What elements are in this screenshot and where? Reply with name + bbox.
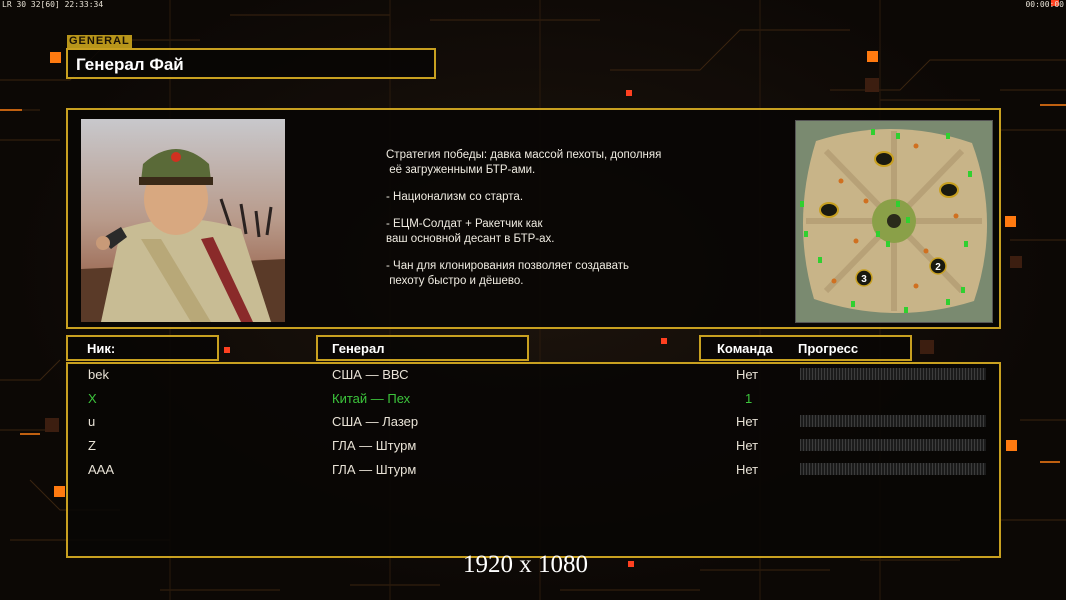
spawn-label: 2 [935,262,941,273]
progress-header-label: Прогресс [798,341,859,356]
team-progress-column-header: Команда Прогресс [699,335,912,361]
player-list: bek США — ВВС Нет X Китай — Пех 1 u США … [66,362,1001,558]
player-nick: X [88,391,97,406]
team-header-label: Команда [717,341,773,356]
player-team: Нет [736,367,759,382]
game-timer: 00:00:00 [1025,0,1064,9]
player-general: Китай — Пех [332,391,411,406]
player-nick: bek [88,367,109,382]
player-nick: u [88,414,96,429]
description-line: - ЕЦМ-Солдат + Ракетчик как ваш основной… [386,218,555,245]
general-info-panel: Стратегия победы: давка массой пехоты, д… [66,108,1001,329]
player-row: bek США — ВВС Нет [68,365,999,385]
player-progress-bar [800,368,986,380]
player-team: Нет [736,462,759,477]
spawn-label: 3 [861,274,867,285]
player-row: AAA ГЛА — Штурм Нет [68,460,999,480]
player-row: u США — Лазер Нет [68,412,999,432]
player-row: X Китай — Пех 1 [68,389,999,409]
player-nick: AAA [88,462,115,477]
player-progress-bar [800,439,986,451]
player-team: 1 [745,391,753,406]
player-team: Нет [736,438,759,453]
general-name: Генерал Фай [76,55,184,74]
general-portrait-icon [81,119,285,322]
general-header-label: Генерал [332,341,385,356]
player-general: ГЛА — Штурм [332,462,417,477]
nick-header-label: Ник: [87,341,116,356]
player-team: Нет [736,414,759,429]
player-general: США — Лазер [332,414,419,429]
player-nick: Z [88,438,96,453]
general-column-header: Генерал [316,335,529,361]
player-row: Z ГЛА — Штурм Нет [68,436,999,456]
description-line: Стратегия победы: давка массой пехоты, д… [386,149,662,176]
description-line: - Национализм со старта. [386,191,524,203]
player-general: ГЛА — Штурм [332,438,417,453]
minimap-icon: 3 2 [795,120,993,323]
resolution-label: 1920 x 1080 [463,551,588,578]
nick-column-header: Ник: [66,335,219,361]
player-general: США — ВВС [332,367,409,382]
general-tag: GENERAL [67,35,132,48]
player-progress-bar [800,415,986,427]
description-line: - Чан для клонирования позволяет создава… [386,260,629,287]
strategy-description: Стратегия победы: давка массой пехоты, д… [386,148,716,301]
general-title-panel: Генерал Фай [66,48,436,79]
player-progress-bar [800,463,986,475]
fps-counter: LR 30 32[60] 22:33:34 [2,0,104,9]
